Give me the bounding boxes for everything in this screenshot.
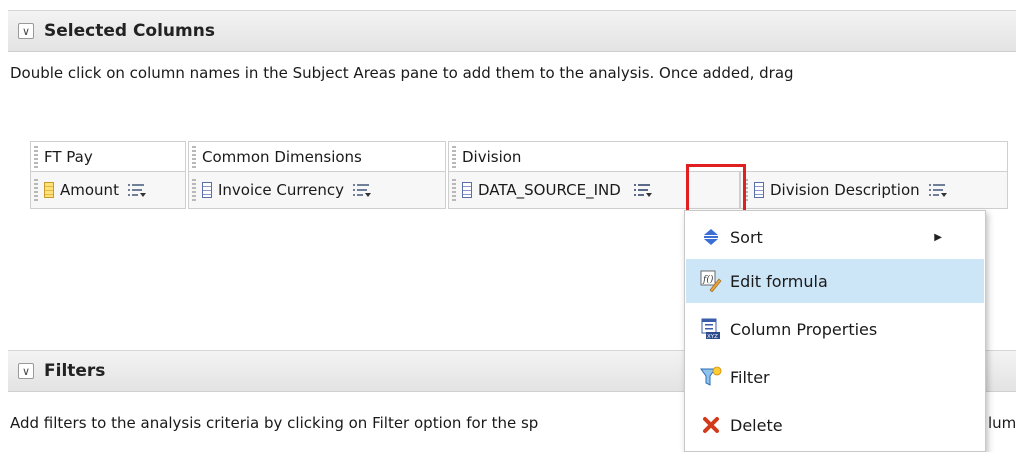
measure-column-icon — [44, 182, 54, 198]
collapse-toggle-icon[interactable]: ∨ — [18, 363, 34, 379]
column-division-description[interactable]: Division Description — [740, 171, 1008, 209]
filters-instruction: Add filters to the analysis criteria by … — [10, 414, 539, 432]
menu-item-label: Column Properties — [730, 319, 878, 339]
svg-text:f(): f() — [702, 274, 714, 285]
selected-columns-instruction: Double click on column names in the Subj… — [10, 64, 794, 82]
sort-icon — [700, 226, 722, 248]
column-context-menu: Sort ▶ f() Edit formula XYZ Column Prope… — [684, 210, 986, 452]
edit-formula-icon: f() — [700, 270, 722, 292]
column-options-menu-icon[interactable] — [352, 182, 372, 198]
menu-item-label: Delete — [730, 415, 783, 435]
filters-title: Filters — [44, 361, 106, 381]
column-label: DATA_SOURCE_IND — [478, 181, 621, 199]
column-label: Division Description — [770, 181, 920, 199]
column-invoice-currency[interactable]: Invoice Currency — [188, 171, 446, 209]
attribute-column-icon — [462, 182, 472, 198]
column-properties-icon: XYZ — [700, 318, 722, 340]
group-label: Common Dimensions — [202, 148, 362, 166]
group-label: Division — [462, 148, 522, 166]
menu-item-label: Edit formula — [730, 271, 828, 291]
attribute-column-icon — [202, 182, 212, 198]
drag-handle-icon[interactable] — [452, 146, 456, 168]
menu-item-delete[interactable]: Delete — [686, 403, 984, 447]
menu-item-sort[interactable]: Sort ▶ — [686, 215, 984, 259]
column-label: Invoice Currency — [218, 181, 344, 199]
group-label: FT Pay — [44, 148, 93, 166]
column-options-menu-icon[interactable] — [127, 182, 147, 198]
drag-handle-icon[interactable] — [192, 146, 196, 168]
drag-handle-icon[interactable] — [452, 179, 456, 201]
drag-handle-icon[interactable] — [192, 179, 196, 201]
delete-icon — [700, 414, 722, 436]
submenu-arrow-icon: ▶ — [934, 231, 942, 243]
column-options-menu-icon[interactable] — [633, 182, 653, 198]
svg-text:XYZ: XYZ — [707, 334, 718, 340]
menu-item-filter[interactable]: Filter — [686, 355, 984, 399]
selected-columns-title: Selected Columns — [44, 21, 215, 41]
collapse-toggle-icon[interactable]: ∨ — [18, 23, 34, 39]
menu-item-edit-formula[interactable]: f() Edit formula — [686, 259, 984, 303]
drag-handle-icon[interactable] — [34, 146, 38, 168]
column-label: Amount — [60, 181, 119, 199]
menu-item-column-properties[interactable]: XYZ Column Properties — [686, 307, 984, 351]
group-header-common-dimensions[interactable]: Common Dimensions — [188, 141, 446, 173]
menu-item-label: Filter — [730, 367, 770, 387]
column-options-menu-icon[interactable] — [928, 182, 948, 198]
group-header-ft-pay[interactable]: FT Pay — [30, 141, 186, 173]
drag-handle-icon[interactable] — [34, 179, 38, 201]
column-amount[interactable]: Amount — [30, 171, 186, 209]
menu-item-label: Sort — [730, 227, 763, 247]
filters-instruction-tail: lum — [988, 414, 1016, 432]
selected-columns-header[interactable]: ∨ Selected Columns — [8, 10, 1016, 52]
attribute-column-icon — [754, 182, 764, 198]
filter-icon — [700, 366, 722, 388]
